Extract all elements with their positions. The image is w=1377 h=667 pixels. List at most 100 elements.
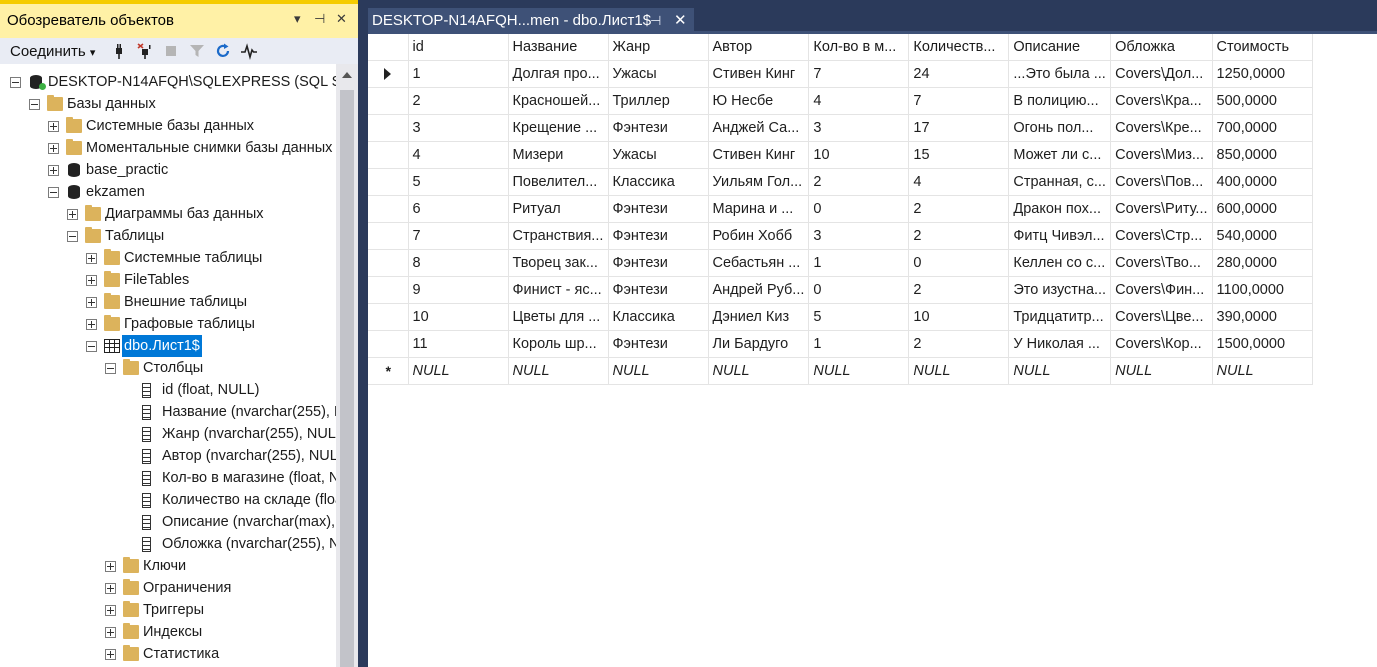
expand-icon[interactable] xyxy=(86,275,97,286)
grid-cell[interactable]: Дэниел Киз xyxy=(708,303,810,331)
row-selector[interactable]: * xyxy=(368,357,409,385)
grid-cell[interactable]: Стивен Кинг xyxy=(708,141,810,169)
grid-cell[interactable]: Король шр... xyxy=(508,330,609,358)
grid-cell[interactable]: Фэнтези xyxy=(608,330,709,358)
grid-cell[interactable]: Цветы для ... xyxy=(508,303,609,331)
grid-cell[interactable]: Классика xyxy=(608,168,709,196)
grid-cell[interactable]: Странная, с... xyxy=(1008,168,1112,196)
tree-node[interactable]: Описание (nvarchar(max), NULL) xyxy=(124,511,336,533)
grid-cell[interactable]: 2 xyxy=(808,168,910,196)
refresh-icon[interactable] xyxy=(214,42,232,60)
grid-cell[interactable]: Ужасы xyxy=(608,141,709,169)
close-icon[interactable]: ✕ xyxy=(336,11,347,27)
grid-cell[interactable]: Классика xyxy=(608,303,709,331)
grid-cell[interactable]: Covers\Пов... xyxy=(1110,168,1213,196)
scrollbar-thumb[interactable] xyxy=(340,90,354,667)
tree-node[interactable]: Системные таблицы xyxy=(86,247,336,269)
row-selector[interactable] xyxy=(368,303,409,331)
table-row[interactable]: 7 Странствия... Фэнтези Робин Хобб 3 2 Фитц Чи… xyxy=(368,222,1313,250)
grid-cell[interactable]: Фэнтези xyxy=(608,222,709,250)
table-row[interactable]: 2 Красношей... Триллер Ю Несбе 4 7 В полицию..… xyxy=(368,87,1313,115)
grid-cell[interactable]: Мизери xyxy=(508,141,609,169)
grid-cell[interactable]: 280,0000 xyxy=(1212,249,1313,277)
grid-cell[interactable]: 4 xyxy=(408,141,509,169)
table-row[interactable]: 6 Ритуал Фэнтези Марина и ... 0 2 Дракон пох..… xyxy=(368,195,1313,223)
expand-icon[interactable] xyxy=(105,583,116,594)
tree-node[interactable]: Кол-во в магазине (float, NULL) xyxy=(124,467,336,489)
grid-cell[interactable]: 2 xyxy=(408,87,509,115)
stop-icon[interactable] xyxy=(162,42,180,60)
grid-cell[interactable]: 17 xyxy=(908,114,1010,142)
tree-node[interactable]: Ограничения xyxy=(105,577,336,599)
tree-node[interactable]: Автор (nvarchar(255), NULL) xyxy=(124,445,336,467)
connect-button[interactable]: Соединить ▾ xyxy=(10,43,95,60)
column-header[interactable]: Описание xyxy=(1008,34,1112,61)
grid-cell[interactable]: Ли Бардуго xyxy=(708,330,810,358)
table-row[interactable]: 9 Финист - яс... Фэнтези Андрей Руб... 0 2 Это… xyxy=(368,276,1313,304)
new-row[interactable]: * NULL NULL NULL NULL NULL NULL NULL NULL NULL xyxy=(368,357,1313,385)
grid-cell[interactable]: 540,0000 xyxy=(1212,222,1313,250)
grid-cell[interactable]: 24 xyxy=(908,60,1010,88)
row-selector[interactable] xyxy=(368,141,409,169)
expand-icon[interactable] xyxy=(86,253,97,264)
tree-node[interactable]: Базы данных xyxy=(29,93,336,115)
expand-icon[interactable] xyxy=(105,649,116,660)
expand-icon[interactable] xyxy=(48,165,59,176)
expand-icon[interactable] xyxy=(48,143,59,154)
table-row[interactable]: 3 Крещение ... Фэнтези Анджей Са... 3 17 Огонь… xyxy=(368,114,1313,142)
grid-cell-null[interactable]: NULL xyxy=(708,357,810,385)
column-header[interactable]: Жанр xyxy=(608,34,709,61)
grid-cell[interactable]: Фэнтези xyxy=(608,249,709,277)
tree-node[interactable]: Статистика xyxy=(105,643,336,665)
tab-close-icon[interactable]: ✕ xyxy=(674,8,687,33)
collapse-icon[interactable] xyxy=(67,231,78,242)
grid-cell-null[interactable]: NULL xyxy=(408,357,509,385)
document-tab-active[interactable]: DESKTOP-N14AFQH...men - dbo.Лист1$ ⊣ ✕ xyxy=(368,8,694,33)
tree-node[interactable]: Столбцы xyxy=(105,357,336,379)
tree-node[interactable]: Количество на складе (float, NULL) xyxy=(124,489,336,511)
grid-cell[interactable]: 10 xyxy=(908,303,1010,331)
tree-node[interactable]: Диаграммы баз данных xyxy=(67,203,336,225)
table-row[interactable]: 5 Повелител... Классика Уильям Гол... 2 4 Стра… xyxy=(368,168,1313,196)
grid-cell[interactable]: 1500,0000 xyxy=(1212,330,1313,358)
grid-cell[interactable]: Может ли с... xyxy=(1008,141,1112,169)
row-selector[interactable] xyxy=(368,114,409,142)
grid-cell[interactable]: Огонь пол... xyxy=(1008,114,1112,142)
table-row[interactable]: 8 Творец зак... Фэнтези Себастьян ... 1 0 Келл… xyxy=(368,249,1313,277)
grid-cell[interactable]: Фэнтези xyxy=(608,195,709,223)
tree-node[interactable]: id (float, NULL) xyxy=(124,379,336,401)
grid-cell[interactable]: 1100,0000 xyxy=(1212,276,1313,304)
table-row[interactable]: 4 Мизери Ужасы Стивен Кинг 10 15 Может ли с...… xyxy=(368,141,1313,169)
grid-cell[interactable]: Covers\Кре... xyxy=(1110,114,1213,142)
tree-node[interactable]: Таблицы xyxy=(67,225,336,247)
grid-cell[interactable]: Марина и ... xyxy=(708,195,810,223)
row-selector[interactable] xyxy=(368,168,409,196)
grid-cell[interactable]: 5 xyxy=(808,303,910,331)
table-row[interactable]: 1 Долгая про... Ужасы Стивен Кинг 7 24 ...Это … xyxy=(368,60,1313,88)
grid-cell[interactable]: 1 xyxy=(808,330,910,358)
grid-cell[interactable]: 4 xyxy=(908,168,1010,196)
tree-node[interactable]: Индексы xyxy=(105,621,336,643)
grid-cell[interactable]: Фэнтези xyxy=(608,114,709,142)
tab-pin-icon[interactable]: ⊣ xyxy=(650,8,661,33)
grid-cell-null[interactable]: NULL xyxy=(608,357,709,385)
grid-cell[interactable]: Covers\Тво... xyxy=(1110,249,1213,277)
grid-cell-null[interactable]: NULL xyxy=(1212,357,1313,385)
grid-cell[interactable]: 0 xyxy=(908,249,1010,277)
grid-cell[interactable]: 500,0000 xyxy=(1212,87,1313,115)
grid-cell[interactable]: 10 xyxy=(808,141,910,169)
grid-cell[interactable]: Келлен со с... xyxy=(1008,249,1112,277)
expand-icon[interactable] xyxy=(105,627,116,638)
tree-node[interactable]: Обложка (nvarchar(255), NULL) xyxy=(124,533,336,555)
tree-node[interactable]: Моментальные снимки базы данных xyxy=(48,137,336,159)
grid-cell[interactable]: Covers\Дол... xyxy=(1110,60,1213,88)
column-header[interactable]: Кол-во в м... xyxy=(808,34,910,61)
collapse-icon[interactable] xyxy=(86,341,97,352)
row-selector[interactable] xyxy=(368,195,409,223)
row-selector[interactable] xyxy=(368,60,409,88)
grid-cell-null[interactable]: NULL xyxy=(508,357,609,385)
grid-cell[interactable]: 1 xyxy=(408,60,509,88)
grid-cell[interactable]: 3 xyxy=(808,222,910,250)
grid-cell[interactable]: Творец зак... xyxy=(508,249,609,277)
collapse-icon[interactable] xyxy=(48,187,59,198)
